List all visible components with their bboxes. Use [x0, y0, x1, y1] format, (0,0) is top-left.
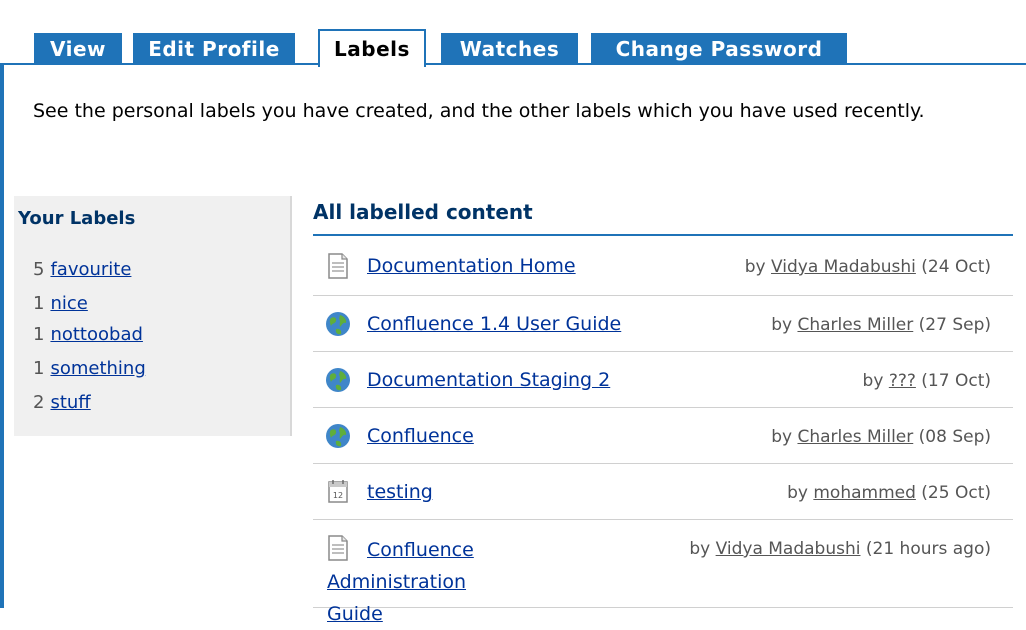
content-meta: by ??? (17 Oct) — [863, 367, 991, 395]
sidebar-title: Your Labels — [18, 208, 136, 229]
label-link-favourite[interactable]: favourite — [50, 259, 131, 280]
author-link[interactable]: Vidya Madabushi — [716, 539, 861, 559]
date-text: (27 Sep) — [918, 315, 991, 335]
content-meta: by mohammed (25 Oct) — [787, 479, 991, 507]
page-icon — [325, 252, 351, 280]
content-meta: by Vidya Madabushi (24 Oct) — [745, 253, 991, 281]
label-link-nice[interactable]: nice — [50, 293, 87, 314]
globe-icon — [325, 310, 351, 338]
label-count: 1 — [33, 293, 45, 314]
intro-text: See the personal labels you have created… — [33, 100, 925, 122]
date-text: (21 hours ago) — [865, 539, 991, 559]
content-link[interactable]: Documentation Staging 2 — [367, 366, 610, 394]
date-text: (17 Oct) — [921, 371, 991, 391]
content-link[interactable]: Confluence Administration Guide — [327, 534, 527, 630]
label-count: 1 — [33, 358, 45, 379]
by-text: by — [771, 315, 793, 335]
content-meta: by Charles Miller (08 Sep) — [771, 423, 991, 451]
content-link[interactable]: testing — [367, 478, 433, 506]
label-item: 5 favourite — [33, 258, 131, 282]
author-link[interactable]: mohammed — [813, 483, 916, 503]
content-row: Documentation Home by Vidya Madabushi (2… — [313, 236, 1013, 296]
label-item: 2 stuff — [33, 391, 91, 415]
content-row: Confluence by Charles Miller (08 Sep) — [313, 408, 1013, 464]
label-count: 5 — [33, 259, 45, 280]
label-count: 1 — [33, 324, 45, 345]
content-link[interactable]: Documentation Home — [367, 252, 576, 280]
content-row: Confluence 1.4 User Guide by Charles Mil… — [313, 296, 1013, 352]
content-meta: by Vidya Madabushi (21 hours ago) — [689, 535, 991, 563]
content-row: 12 testing by mohammed (25 Oct) — [313, 464, 1013, 520]
tab-change-password[interactable]: Change Password — [591, 33, 847, 65]
author-link[interactable]: Charles Miller — [797, 315, 913, 335]
tab-edit-profile[interactable]: Edit Profile — [133, 33, 295, 65]
tab-view[interactable]: View — [34, 33, 122, 65]
calendar-icon: 12 — [325, 478, 351, 506]
tab-bar: View Edit Profile Labels Watches Change … — [0, 0, 1026, 67]
label-item: 1 something — [33, 357, 146, 381]
date-text: (25 Oct) — [921, 483, 991, 503]
by-text: by — [787, 483, 808, 503]
by-text: by — [862, 371, 884, 391]
author-link[interactable]: ??? — [889, 371, 916, 391]
globe-icon — [325, 422, 351, 450]
content-row: Confluence Administration Guide by Vidya… — [313, 520, 1013, 625]
content-row: Documentation Staging 2 by ??? (17 Oct) — [313, 352, 1013, 408]
label-link-nottoobad[interactable]: nottoobad — [50, 324, 142, 345]
label-item: 1 nottoobad — [33, 323, 143, 347]
content-meta: by Charles Miller (27 Sep) — [771, 311, 991, 339]
label-link-stuff[interactable]: stuff — [50, 392, 90, 413]
by-text: by — [771, 427, 793, 447]
svg-text:12: 12 — [333, 491, 343, 500]
label-count: 2 — [33, 392, 45, 413]
by-text: by — [689, 539, 711, 559]
by-text: by — [744, 257, 766, 277]
author-link[interactable]: Vidya Madabushi — [771, 257, 916, 277]
author-link[interactable]: Charles Miller — [797, 427, 913, 447]
labels-sidebar: Your Labels 5 favourite 1 nice 1 nottoobad … — [14, 196, 292, 436]
globe-icon — [325, 366, 351, 394]
content-link[interactable]: Confluence 1.4 User Guide — [367, 310, 621, 338]
date-text: (08 Sep) — [918, 427, 991, 447]
main-title: All labelled content — [313, 200, 533, 224]
tab-watches[interactable]: Watches — [441, 33, 578, 65]
left-border — [0, 64, 4, 608]
label-link-something[interactable]: something — [50, 358, 145, 379]
label-item: 1 nice — [33, 292, 88, 316]
content-link[interactable]: Confluence — [367, 422, 474, 450]
tab-labels[interactable]: Labels — [318, 29, 426, 67]
date-text: (24 Oct) — [921, 257, 991, 277]
